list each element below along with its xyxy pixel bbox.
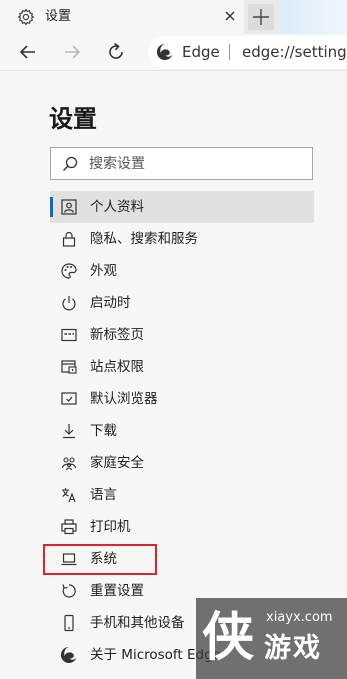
- nav-label: 隐私、搜索和服务: [90, 231, 198, 247]
- blurred-region: [280, 0, 347, 34]
- phone-icon: [60, 614, 78, 632]
- nav-label: 新标签页: [90, 327, 144, 343]
- nav-label: 重置设置: [90, 583, 144, 599]
- highlight-box: [43, 544, 157, 575]
- new-tab-button[interactable]: [248, 4, 274, 30]
- watermark: 侠 xiayx.com 游戏: [196, 598, 347, 679]
- profile-icon: [60, 198, 78, 216]
- close-icon[interactable]: [220, 6, 240, 26]
- nav-item-new-tab-page[interactable]: 新标签页: [50, 319, 314, 351]
- nav-label: 下载: [90, 423, 117, 439]
- toolbar: Edge edge://settings: [0, 34, 347, 71]
- refresh-icon: [109, 42, 123, 59]
- gear-icon: [17, 8, 35, 26]
- nav-label: 语言: [90, 487, 117, 503]
- nav-label: 默认浏览器: [90, 391, 158, 407]
- new-tab-page-icon: [60, 326, 78, 344]
- nav-label: 外观: [90, 263, 117, 279]
- arrow-left-icon: [19, 45, 35, 59]
- watermark-name: 游戏: [264, 633, 322, 664]
- forward-button[interactable]: [60, 40, 84, 64]
- url-text[interactable]: edge://settings: [242, 42, 347, 62]
- nav-item-appearance[interactable]: 外观: [50, 255, 314, 287]
- lock-icon: [60, 230, 78, 248]
- nav-label: 启动时: [90, 295, 131, 311]
- nav-item-profiles[interactable]: 个人资料: [50, 191, 314, 223]
- edge-logo-icon: [156, 43, 174, 61]
- back-button[interactable]: [16, 40, 40, 64]
- nav-label: 家庭安全: [90, 455, 144, 471]
- site-permissions-icon: [60, 358, 78, 376]
- watermark-glyph: 侠: [202, 608, 255, 668]
- search-icon: [61, 155, 79, 173]
- default-browser-icon: [60, 390, 78, 408]
- nav-label: 打印机: [90, 519, 131, 535]
- nav-label: 站点权限: [90, 359, 144, 375]
- language-icon: [60, 486, 78, 504]
- power-icon: [60, 294, 78, 312]
- arrow-right-icon: [65, 45, 81, 59]
- address-bar[interactable]: Edge edge://settings: [148, 36, 347, 68]
- family-icon: [60, 454, 78, 472]
- tab-title: 设置: [45, 9, 72, 24]
- edge-icon: [60, 646, 78, 664]
- nav-item-downloads[interactable]: 下载: [50, 415, 314, 447]
- search-box[interactable]: [50, 147, 313, 180]
- reset-icon: [60, 582, 78, 600]
- refresh-button[interactable]: [104, 40, 128, 64]
- search-input[interactable]: [89, 152, 304, 175]
- download-icon: [60, 422, 78, 440]
- nav-label: 个人资料: [90, 199, 144, 215]
- nav-label: 手机和其他设备: [90, 615, 185, 631]
- page-title: 设置: [49, 105, 97, 133]
- nav-item-on-startup[interactable]: 启动时: [50, 287, 314, 319]
- nav-item-printers[interactable]: 打印机: [50, 511, 314, 543]
- nav-item-family-safety[interactable]: 家庭安全: [50, 447, 314, 479]
- printer-icon: [60, 518, 78, 536]
- nav-item-languages[interactable]: 语言: [50, 479, 314, 511]
- nav-item-privacy[interactable]: 隐私、搜索和服务: [50, 223, 314, 255]
- palette-icon: [60, 262, 78, 280]
- tab-strip: 设置: [0, 0, 347, 34]
- nav-item-default-browser[interactable]: 默认浏览器: [50, 383, 314, 415]
- address-separator: [229, 44, 230, 60]
- plus-icon: [253, 9, 269, 25]
- site-identity: Edge: [182, 43, 220, 61]
- nav-item-site-permissions[interactable]: 站点权限: [50, 351, 314, 383]
- tab-settings[interactable]: 设置: [0, 0, 244, 34]
- watermark-site: xiayx.com: [266, 610, 333, 625]
